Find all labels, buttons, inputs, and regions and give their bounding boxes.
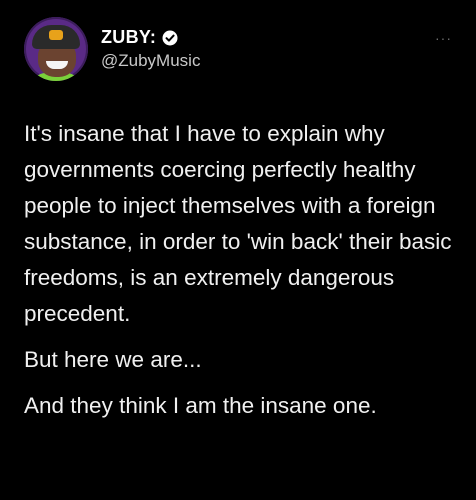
avatar[interactable] bbox=[24, 17, 88, 81]
tweet-paragraph: And they think I am the insane one. bbox=[24, 393, 377, 418]
tweet-paragraph: But here we are... bbox=[24, 347, 202, 372]
verified-badge-icon bbox=[162, 30, 178, 45]
user-handle[interactable]: @ZubyMusic bbox=[101, 51, 200, 71]
more-options-icon[interactable]: ··· bbox=[435, 31, 452, 45]
tweet-card: ZUBY: @ZubyMusic ··· It's insane that I … bbox=[0, 0, 476, 500]
tweet-header: ZUBY: @ZubyMusic bbox=[24, 14, 200, 84]
name-row: ZUBY: bbox=[101, 27, 200, 48]
author-info: ZUBY: @ZubyMusic bbox=[101, 27, 200, 71]
tweet-body: It's insane that I have to explain why g… bbox=[24, 116, 464, 424]
display-name[interactable]: ZUBY: bbox=[101, 27, 156, 48]
avatar-cap-logo bbox=[49, 30, 63, 40]
tweet-paragraph: It's insane that I have to explain why g… bbox=[24, 121, 452, 326]
